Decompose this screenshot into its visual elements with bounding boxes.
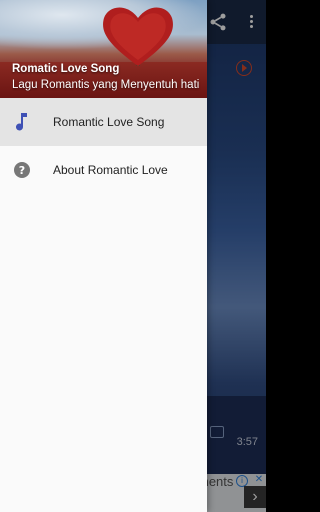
menu-item-about-romantic-love[interactable]: ? About Romantic Love [0,146,207,194]
heart-tree-image [103,7,173,67]
drawer-header: Romatic Love Song Lagu Romantis yang Men… [0,0,207,98]
music-note-icon [10,110,34,134]
drawer-title: Romatic Love Song [12,63,120,75]
drawer-subtitle: Lagu Romantis yang Menyentuh hati [12,79,200,91]
navigation-drawer: Romatic Love Song Lagu Romantis yang Men… [0,0,207,512]
svg-text:?: ? [19,164,25,177]
menu-item-label: Romantic Love Song [53,115,165,129]
help-icon: ? [10,158,34,182]
menu-item-romantic-love-song[interactable]: Romantic Love Song [0,98,207,146]
menu-item-label: About Romantic Love [53,163,168,177]
